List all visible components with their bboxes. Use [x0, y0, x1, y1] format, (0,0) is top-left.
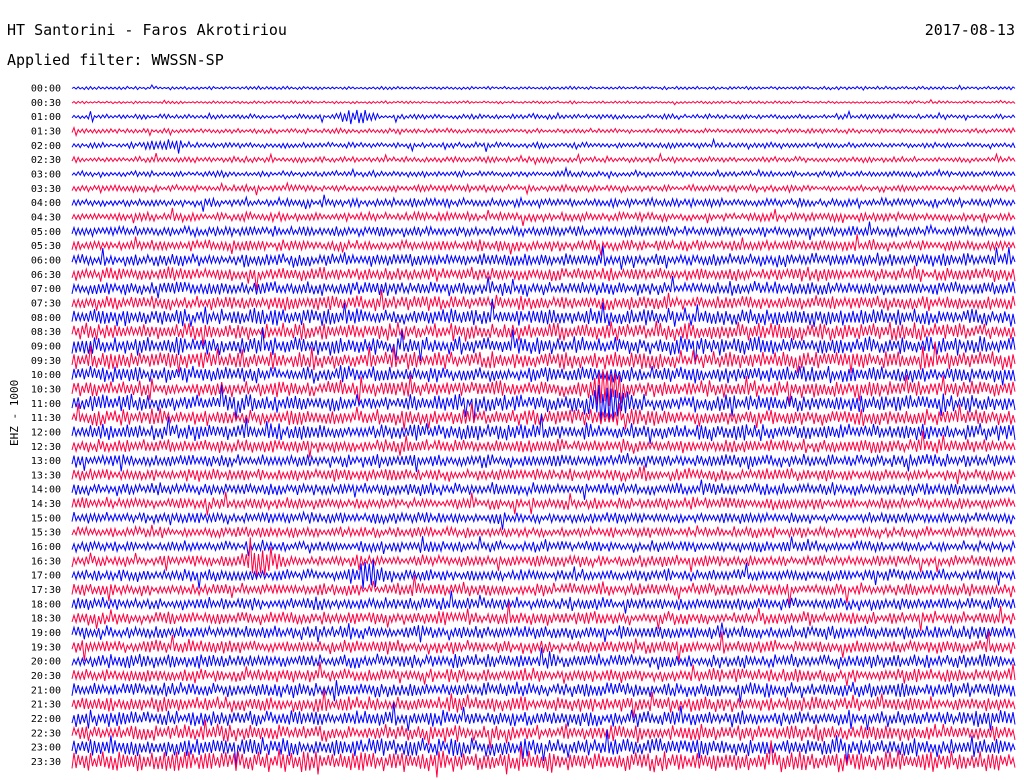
- time-tick-label: 23:30: [31, 757, 61, 768]
- time-tick-label: 23:00: [31, 743, 61, 754]
- time-tick-label: 10:00: [31, 370, 61, 381]
- time-tick-label: 19:30: [31, 642, 61, 653]
- time-tick-label: 05:30: [31, 241, 61, 252]
- time-tick-label: 21:30: [31, 700, 61, 711]
- time-tick-label: 03:00: [31, 169, 61, 180]
- helicorder-plot: 00:00 00:30 01:00 01:30 02:00 02:30 03:00 03:30…: [31, 83, 1016, 778]
- time-tick-label: 20:00: [31, 657, 61, 668]
- seismogram-trace: [71, 221, 1016, 241]
- time-tick-label: 07:00: [31, 284, 61, 295]
- time-tick-label: 18:00: [31, 599, 61, 610]
- seismogram-trace: [71, 152, 1016, 166]
- seismogram-trace: [71, 491, 1016, 516]
- time-tick-label: 22:00: [31, 714, 61, 725]
- seismogram-trace: [71, 298, 1016, 327]
- time-tick-label: 17:00: [31, 571, 61, 582]
- trace-group: [71, 83, 1016, 778]
- time-tick-label: 12:00: [31, 427, 61, 438]
- time-tick-label: 13:00: [31, 456, 61, 467]
- time-tick-label: 21:00: [31, 685, 61, 696]
- time-tick-label: 17:30: [31, 585, 61, 596]
- time-tick-label: 11:00: [31, 399, 61, 410]
- time-tick-label: 16:00: [31, 542, 61, 553]
- seismogram-trace: [71, 98, 1016, 106]
- seismogram-trace: [71, 109, 1016, 125]
- time-tick-label: 06:30: [31, 270, 61, 281]
- time-tick-label: 11:30: [31, 413, 61, 424]
- time-tick-label: 19:00: [31, 628, 61, 639]
- seismogram-trace: [71, 365, 1016, 386]
- time-tick-label: 02:30: [31, 155, 61, 166]
- time-tick-label: 01:30: [31, 126, 61, 137]
- seismogram-trace: [71, 536, 1016, 557]
- time-tick-label: 00:00: [31, 84, 61, 95]
- time-tick-label: 18:30: [31, 614, 61, 625]
- seismogram-trace: [71, 234, 1016, 256]
- seismogram-trace: [71, 137, 1016, 154]
- time-tick-label: 14:00: [31, 485, 61, 496]
- time-tick-label: 04:30: [31, 212, 61, 223]
- seismogram-trace: [71, 327, 1016, 365]
- time-tick-label: 02:00: [31, 141, 61, 152]
- time-tick-label: 15:00: [31, 513, 61, 524]
- time-tick-label: 06:00: [31, 255, 61, 266]
- seismogram-trace: [71, 524, 1016, 541]
- time-tick-label: 10:30: [31, 384, 61, 395]
- seismogram-trace: [71, 465, 1016, 485]
- time-tick-label: 20:30: [31, 671, 61, 682]
- time-tick-label: 08:30: [31, 327, 61, 338]
- time-tick-label: 07:30: [31, 298, 61, 309]
- seismogram-trace: [71, 413, 1016, 444]
- time-label-group: 00:00 00:30 01:00 01:30 02:00 02:30 03:00 03:30…: [31, 84, 61, 769]
- seismogram-trace: [71, 622, 1016, 643]
- time-tick-label: 09:30: [31, 356, 61, 367]
- seismogram-trace: [71, 126, 1016, 138]
- time-tick-label: 16:30: [31, 556, 61, 567]
- time-tick-label: 01:00: [31, 112, 61, 123]
- time-tick-label: 14:30: [31, 499, 61, 510]
- time-tick-label: 09:00: [31, 341, 61, 352]
- time-tick-label: 05:00: [31, 227, 61, 238]
- time-tick-label: 04:00: [31, 198, 61, 209]
- time-tick-label: 22:30: [31, 728, 61, 739]
- seismogram-trace: [71, 194, 1016, 212]
- time-tick-label: 15:30: [31, 528, 61, 539]
- time-tick-label: 08:00: [31, 313, 61, 324]
- time-tick-label: 13:30: [31, 470, 61, 481]
- seismogram-trace: [71, 166, 1016, 180]
- seismogram-trace: [71, 207, 1016, 226]
- seismogram-trace: [71, 510, 1016, 530]
- time-tick-label: 12:30: [31, 442, 61, 453]
- seismogram-trace: [71, 181, 1016, 196]
- seismogram-trace: [71, 479, 1016, 500]
- time-tick-label: 03:30: [31, 184, 61, 195]
- time-tick-label: 00:30: [31, 98, 61, 109]
- seismogram-trace: [71, 83, 1016, 92]
